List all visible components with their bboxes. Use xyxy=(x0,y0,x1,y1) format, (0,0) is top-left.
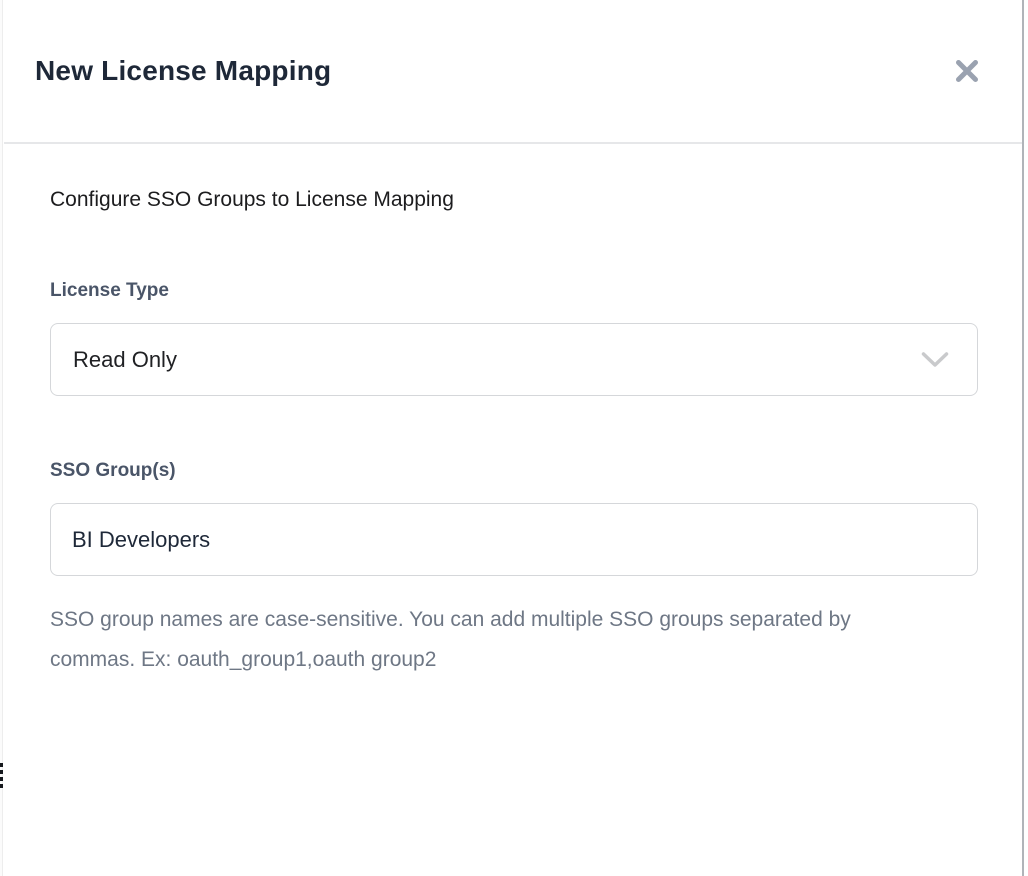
sso-groups-help: SSO group names are case-sensitive. You … xyxy=(50,600,880,680)
license-type-selected-value: Read Only xyxy=(73,347,177,373)
close-button[interactable] xyxy=(952,56,982,86)
license-type-select[interactable]: Read Only xyxy=(50,323,978,396)
close-icon xyxy=(954,58,980,84)
clipped-icon-dash xyxy=(0,777,3,781)
clipped-icon-dash xyxy=(0,770,3,774)
modal-body: Configure SSO Groups to License Mapping … xyxy=(4,144,1022,680)
new-license-mapping-modal: New License Mapping Configure SSO Groups… xyxy=(4,0,1022,876)
background-page-fragment xyxy=(0,763,3,791)
background-page-sliver xyxy=(0,0,3,876)
page-right-edge-line xyxy=(1022,0,1024,876)
modal-header: New License Mapping xyxy=(4,0,1022,144)
license-type-label: License Type xyxy=(50,279,981,303)
modal-subtitle: Configure SSO Groups to License Mapping xyxy=(50,186,981,214)
clipped-icon-dash xyxy=(0,763,3,767)
sso-groups-input[interactable] xyxy=(50,503,978,576)
sso-groups-label: SSO Group(s) xyxy=(50,459,981,483)
clipped-icon-dash xyxy=(0,784,3,788)
modal-title: New License Mapping xyxy=(35,55,331,87)
chevron-down-icon xyxy=(921,351,949,368)
